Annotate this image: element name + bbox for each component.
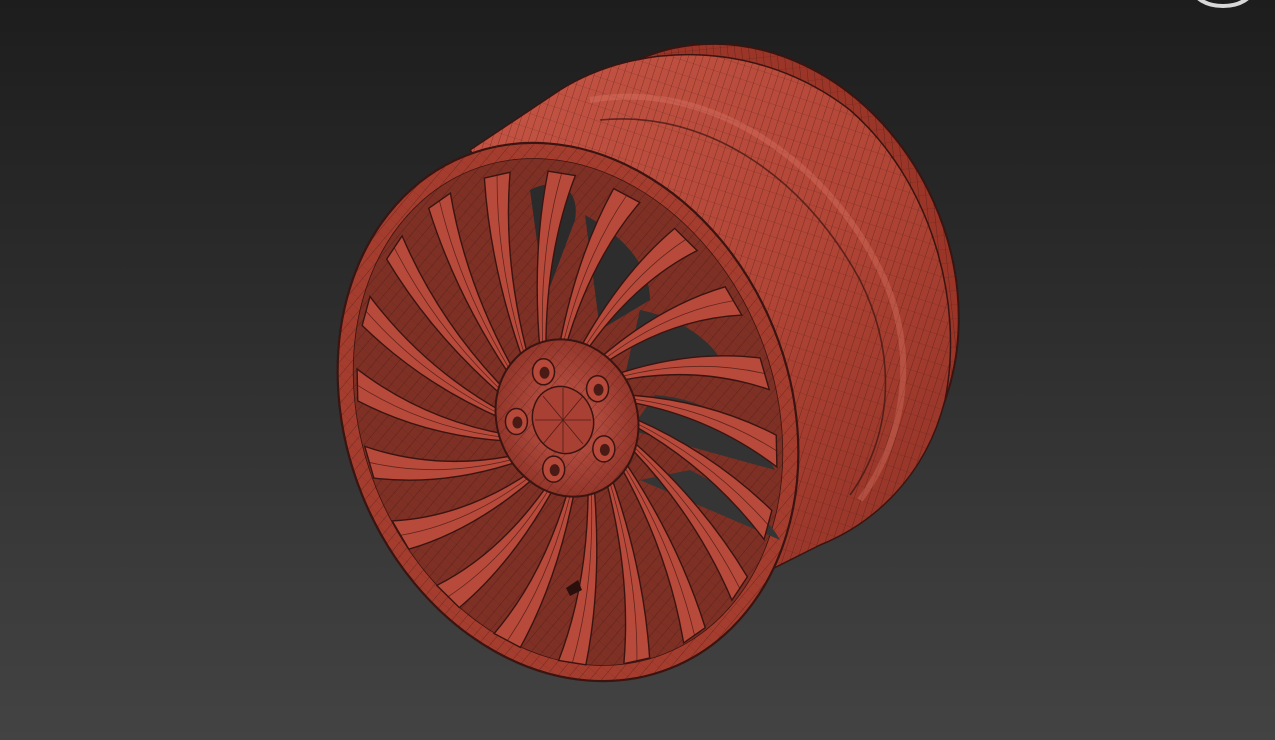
lug-nut-hole [599,443,610,456]
lug-nut-hole [512,416,523,429]
viewcube-ring-icon[interactable] [1185,0,1263,8]
lug-nut-hole [549,464,560,477]
lug-nut-hole [539,366,550,379]
3d-viewport[interactable] [0,0,1275,740]
lug-nut-hole [593,383,604,396]
wheel-model[interactable] [0,0,1275,740]
